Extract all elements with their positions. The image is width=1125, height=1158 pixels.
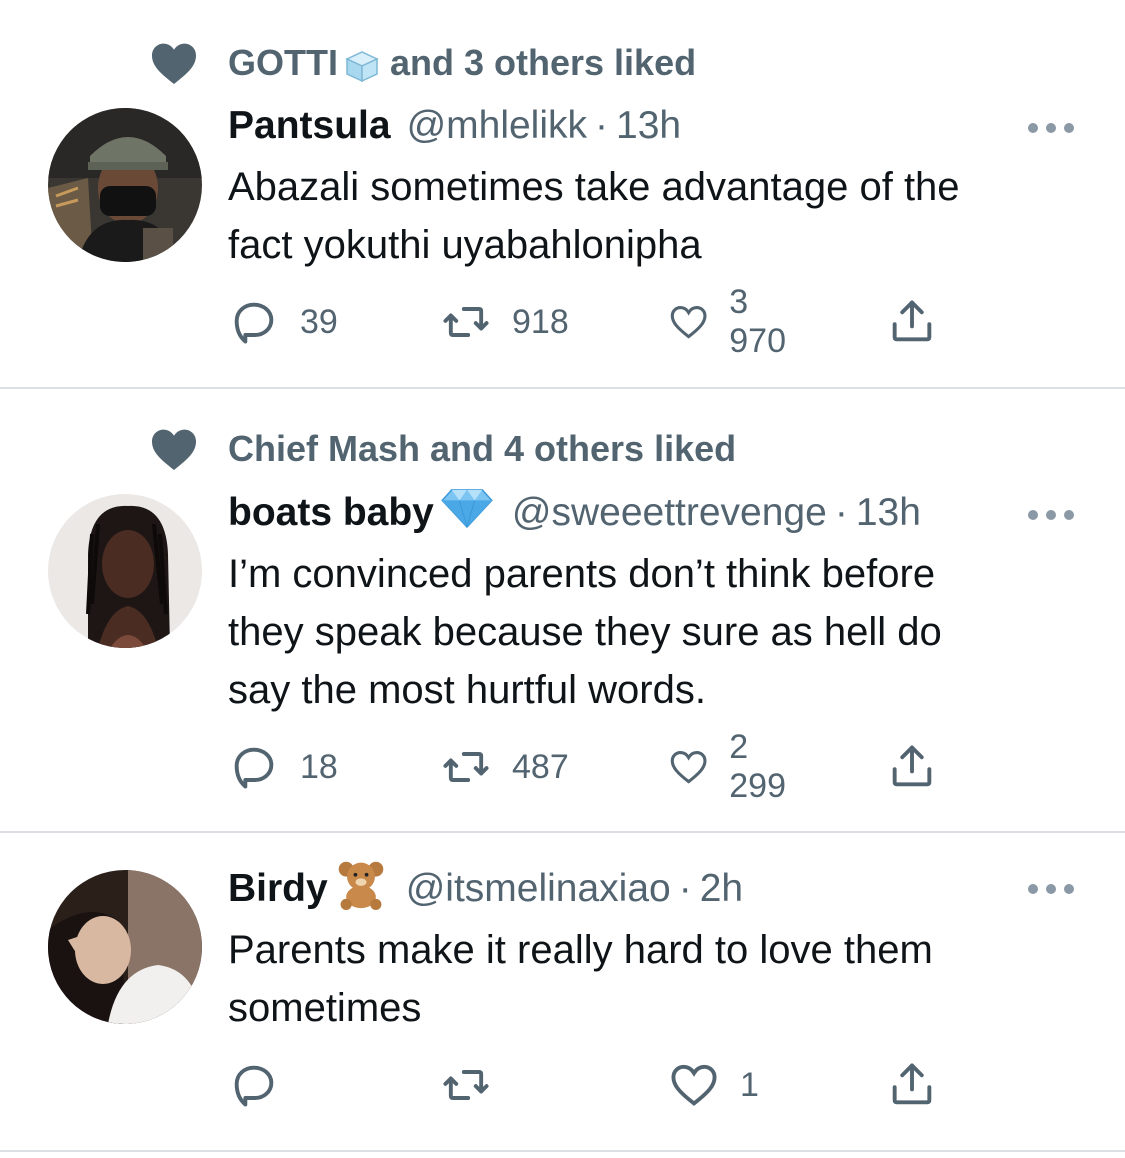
retweet-icon [443, 1070, 489, 1100]
social-context: GOTTI and 3 others liked [150, 38, 696, 88]
reply-button[interactable] [228, 1057, 300, 1113]
liked-heart-icon [152, 43, 196, 84]
tweet-text: I’m convinced parents don’t think before… [228, 545, 1088, 719]
tweet-text-line: they speak because they sure as hell do [228, 610, 942, 654]
timestamp[interactable]: 13h [856, 491, 921, 535]
divider [0, 1150, 1125, 1152]
retweet-button[interactable]: 487 [440, 739, 569, 795]
separator-dot: · [678, 867, 692, 910]
more-options-icon[interactable] [1028, 118, 1074, 138]
user-handle[interactable]: @itsmelinaxiao [406, 867, 671, 911]
retweet-count: 487 [512, 747, 569, 786]
separator-dot: · [834, 491, 848, 534]
teddy-bear-emoji-icon [332, 858, 390, 920]
social-text: and 3 others liked [390, 42, 697, 83]
tweet-text-line: Parents make it really hard to love them [228, 928, 933, 972]
more-options-icon[interactable] [1028, 505, 1074, 525]
reply-icon [234, 1065, 274, 1107]
avatar[interactable] [48, 108, 202, 262]
display-name[interactable]: boats baby [228, 491, 434, 535]
share-button[interactable] [886, 294, 938, 350]
tweet-text-line: sometimes [228, 986, 422, 1030]
share-button[interactable] [886, 739, 938, 795]
tweet-text-line: say the most hurtful words. [228, 668, 706, 712]
share-icon [892, 1063, 932, 1105]
tweet-text: Abazali sometimes take advantage of the … [228, 158, 1088, 274]
reply-button[interactable]: 39 [228, 294, 338, 350]
avatar[interactable] [48, 494, 202, 648]
social-text: and 4 others liked [430, 428, 737, 469]
separator-dot: · [595, 104, 609, 147]
retweet-count: 918 [512, 302, 569, 341]
reply-count: 18 [300, 747, 338, 786]
tweet-header: boats baby @sweeettrevenge · 13h [228, 487, 921, 539]
retweet-icon [443, 752, 489, 782]
like-button[interactable]: 2 299 [668, 728, 797, 805]
tweet-text: Parents make it really hard to love them… [228, 921, 1088, 1037]
display-name[interactable]: Birdy [228, 867, 328, 911]
ice-cube-emoji-icon [344, 46, 380, 83]
like-count: 3 970 [729, 283, 786, 360]
tweet-1[interactable]: GOTTI and 3 others liked Pantsula @mhlel… [0, 0, 1125, 388]
social-user[interactable]: Chief Mash [228, 424, 420, 474]
reply-icon [234, 747, 274, 789]
liked-heart-icon [152, 429, 196, 470]
reply-icon [234, 302, 274, 344]
more-options-icon[interactable] [1028, 879, 1074, 899]
social-context: Chief Mash and 4 others liked [150, 424, 736, 474]
retweet-icon [443, 307, 489, 337]
gem-emoji-icon [438, 487, 496, 539]
tweet-2[interactable]: Chief Mash and 4 others liked boats baby [0, 389, 1125, 831]
display-name[interactable]: Pantsula [228, 104, 391, 148]
heart-icon [671, 1064, 717, 1106]
tweet-header: Pantsula @mhlelikk · 13h [228, 100, 681, 152]
like-count: 2 299 [729, 728, 786, 805]
like-button[interactable]: 1 [668, 1057, 759, 1113]
user-handle[interactable]: @sweeettrevenge [512, 491, 827, 535]
like-button[interactable]: 3 970 [668, 283, 797, 360]
timestamp[interactable]: 2h [700, 867, 743, 911]
heart-icon [670, 306, 707, 339]
user-handle[interactable]: @mhlelikk [407, 104, 587, 148]
like-count: 1 [740, 1065, 759, 1104]
timestamp[interactable]: 13h [616, 104, 681, 148]
retweet-button[interactable]: 918 [440, 294, 569, 350]
share-icon [892, 300, 932, 342]
reply-count: 39 [300, 302, 338, 341]
social-user[interactable]: GOTTI [228, 38, 338, 88]
tweet-text-line: fact yokuthi uyabahlonipha [228, 223, 702, 267]
share-button[interactable] [886, 1057, 938, 1113]
share-icon [892, 745, 932, 787]
reply-button[interactable]: 18 [228, 739, 338, 795]
heart-icon [670, 751, 707, 784]
retweet-button[interactable] [440, 1057, 512, 1113]
avatar[interactable] [48, 870, 202, 1024]
tweet-text-line: Abazali sometimes take advantage of the [228, 165, 960, 209]
tweet-3[interactable]: Birdy @itsmelinaxiao · 2h Parents make i… [0, 833, 1125, 1149]
tweet-text-line: I’m convinced parents don’t think before [228, 552, 936, 596]
tweet-header: Birdy @itsmelinaxiao · 2h [228, 861, 743, 915]
